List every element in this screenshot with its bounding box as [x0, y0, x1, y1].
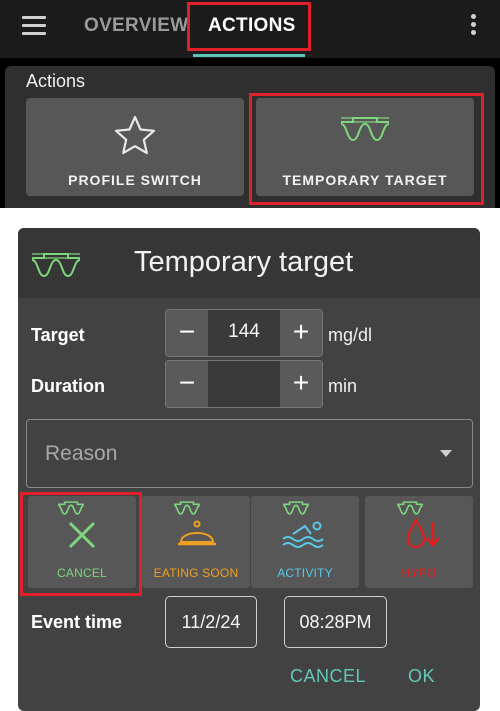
preset-hypo-label: HYPO: [401, 566, 437, 580]
more-options-icon[interactable]: [471, 14, 476, 36]
duration-stepper: − +: [165, 360, 323, 408]
top-app-bar: OVERVIEW ACTIONS: [0, 0, 500, 58]
duration-value-field[interactable]: [208, 361, 280, 407]
preset-eating-soon-label: EATING SOON: [153, 566, 239, 580]
duration-unit: min: [328, 376, 358, 396]
duration-label: Duration: [31, 376, 105, 396]
reason-placeholder: Reason: [45, 442, 118, 465]
target-value-field[interactable]: 144: [208, 310, 280, 356]
menu-icon[interactable]: [22, 16, 46, 36]
duration-increment-button[interactable]: +: [280, 361, 322, 407]
event-time-label: Event time: [31, 612, 123, 632]
event-date-button[interactable]: 11/2/24: [165, 596, 257, 648]
highlight-box: [249, 93, 484, 205]
tab-overview[interactable]: OVERVIEW: [84, 15, 188, 37]
target-label: Target: [31, 325, 85, 345]
preset-hypo-button[interactable]: HYPO: [365, 496, 473, 588]
temp-target-small-icon: [173, 501, 201, 515]
actions-screen: OVERVIEW ACTIONS Actions PROFILE SWITCH …: [0, 0, 500, 208]
preset-activity-button[interactable]: ACTIVITY: [251, 496, 359, 588]
temporary-target-dialog: Temporary target Target − 144 + mg/dl Du…: [18, 228, 480, 711]
active-tab-indicator: [193, 54, 305, 57]
profile-switch-label: PROFILE SWITCH: [68, 172, 202, 188]
target-decrement-button[interactable]: −: [166, 310, 208, 356]
dialog-title: Temporary target: [134, 246, 354, 278]
cancel-button[interactable]: CANCEL: [290, 666, 366, 687]
blood-drop-down-icon: [406, 517, 440, 549]
duration-decrement-button[interactable]: −: [166, 361, 208, 407]
target-unit: mg/dl: [328, 325, 373, 345]
event-time-button[interactable]: 08:28PM: [284, 596, 387, 648]
preset-activity-label: ACTIVITY: [277, 566, 333, 580]
dropdown-arrow-icon: [440, 450, 452, 457]
actions-panel-title: Actions: [26, 71, 86, 91]
highlight-box: [187, 2, 311, 51]
target-increment-button[interactable]: +: [280, 310, 322, 356]
reason-dropdown[interactable]: Reason: [26, 419, 473, 488]
star-icon: [114, 115, 156, 155]
target-stepper: − 144 +: [165, 309, 323, 357]
food-cloche-icon: [178, 520, 216, 546]
preset-eating-soon-button[interactable]: EATING SOON: [142, 496, 250, 588]
highlight-box: [20, 492, 142, 596]
temp-target-small-icon: [282, 501, 310, 515]
temp-target-icon: [31, 253, 81, 278]
swimmer-icon: [282, 521, 324, 548]
profile-switch-button[interactable]: PROFILE SWITCH: [26, 98, 244, 196]
ok-button[interactable]: OK: [408, 666, 435, 687]
temp-target-small-icon: [396, 501, 424, 515]
dialog-header: Temporary target: [18, 228, 480, 298]
